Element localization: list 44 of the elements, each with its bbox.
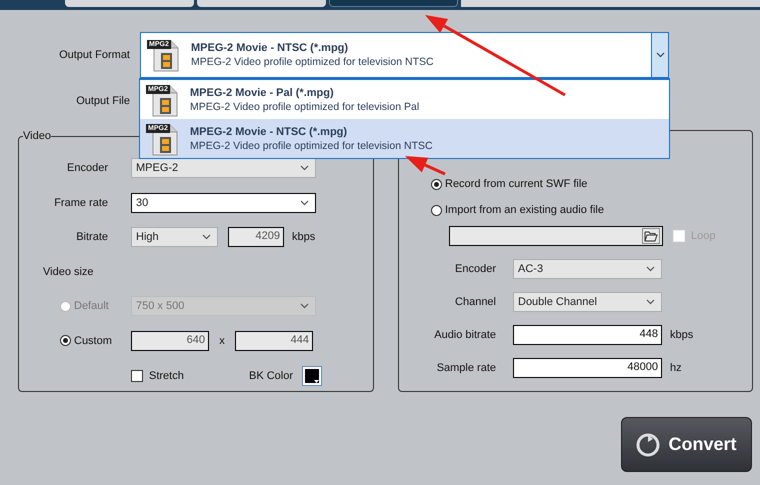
separator-label: x [218,334,226,347]
field-label: Audio bitrate [433,329,496,341]
unit-label: kbps [292,231,316,244]
input-field[interactable]: 48000 [513,358,662,378]
unit-label: kbps [670,329,694,341]
select-box[interactable]: AC-3 [513,259,662,279]
field-label: Encoder [66,162,108,174]
format-title: MPEG-2 Movie - Pal (*.mpg) [190,86,335,98]
format-description: MPEG-2 Video profile optimized for television Pal [190,100,420,112]
format-title: MPEG-2 Movie - NTSC (*.mpg) [191,42,350,54]
group-title: Video [23,130,51,142]
field-label: Encoder [454,263,496,275]
select-value: High [136,231,159,244]
select-box[interactable]: 30 [131,192,316,213]
radio-option: Default [60,300,131,312]
radio-option[interactable]: Record from current SWF file [431,178,588,190]
output-file-label: Output File [75,95,131,107]
select-value: 30 [136,196,148,209]
select-box[interactable]: High [131,227,218,248]
select-value: AC-3 [518,263,544,275]
video-size-label: Video size [43,266,94,278]
unit-label: hz [670,362,682,374]
field-label: Channel [454,296,496,308]
convert-button[interactable]: Convert [621,417,752,472]
select-value: MPEG-2 [136,162,178,174]
radio-option[interactable]: Custom [60,334,131,347]
input-field[interactable]: 4209 [228,227,284,248]
input-field[interactable]: 448 [513,325,662,345]
field-label: Bitrate [75,231,108,244]
bk-color-label: BK Color [249,370,294,382]
format-description: MPEG-2 Video profile optimized for television NTSC [191,56,435,68]
select-box[interactable]: Double Channel [513,292,662,312]
output-format-label: Output Format [58,49,131,61]
select-value: Double Channel [518,296,597,308]
format-title: MPEG-2 Movie - NTSC (*.mpg) [190,126,348,138]
radio-option[interactable]: Import from an existing audio file [431,204,604,216]
field-label: Frame rate [53,196,108,209]
input-field[interactable]: 444 [235,330,313,351]
input-field[interactable]: 640 [131,330,209,351]
select-value: 750 x 500 [136,300,184,312]
checkbox-option[interactable]: Stretch [131,370,241,382]
select-box[interactable]: MPEG-2 [131,158,316,178]
field-label: Sample rate [436,362,496,374]
format-description: MPEG-2 Video profile optimized for television NTSC [190,140,434,152]
